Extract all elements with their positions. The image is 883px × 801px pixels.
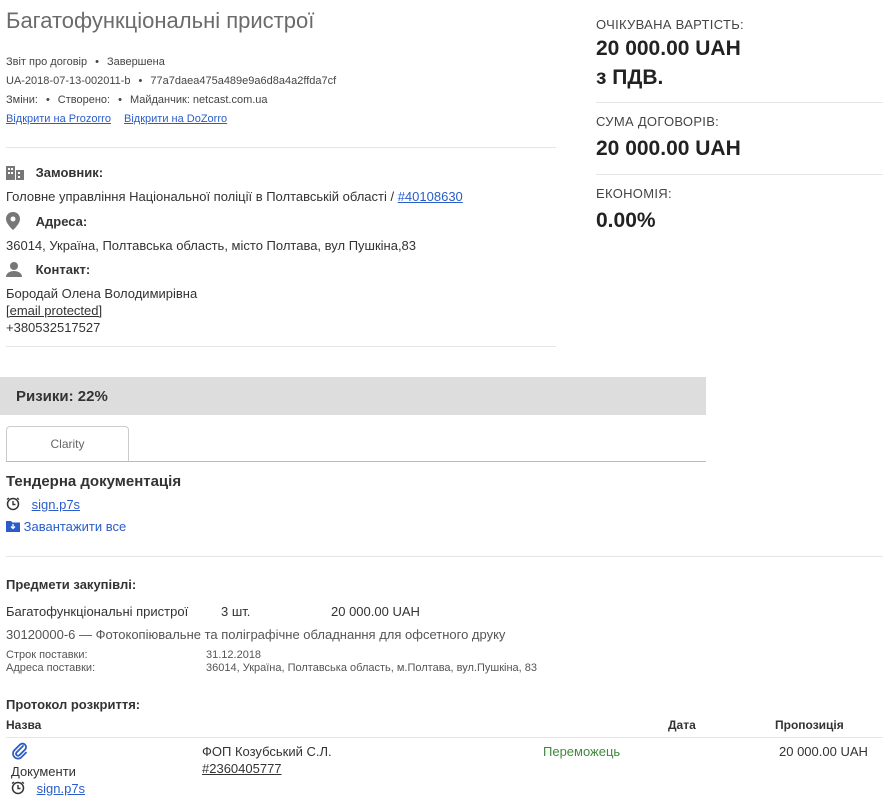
map-pin-icon <box>6 212 20 233</box>
delivery-address-value: 36014, Україна, Полтавська область, м.По… <box>206 662 538 674</box>
dozorro-link[interactable]: Відкрити на DoZorro <box>124 113 227 125</box>
divider <box>596 102 883 103</box>
risk-label: Ризики: 22% <box>16 388 108 405</box>
created-label: Створено: <box>57 94 111 106</box>
col-name-header: Назва <box>6 718 42 732</box>
customer-heading: Замовник: <box>6 164 103 183</box>
delivery-term-label: Строк поставки: <box>6 649 88 661</box>
tender-id: UA-2018-07-13-002011-b <box>6 75 131 87</box>
divider <box>6 147 556 148</box>
contact-name: Бородай Олена Володимирівна <box>6 286 198 301</box>
col-date-header: Дата <box>668 718 696 732</box>
page-title: Багатофункціональні пристрої <box>6 8 315 33</box>
delivery-term-value: 31.12.2018 <box>206 649 262 661</box>
row-offer: 20 000.00 UAH <box>779 744 868 759</box>
customer-address: 36014, Україна, Полтавська область, міст… <box>6 238 417 253</box>
col-offer-header: Пропозиція <box>775 718 844 732</box>
paperclip-icon[interactable] <box>12 742 28 765</box>
item-name: Багатофункціональні пристрої <box>6 604 189 619</box>
row-file-row: sign.p7s <box>11 781 85 798</box>
platform-label: Майданчик: netcast.com.ua <box>129 94 268 106</box>
economy-value: 0.00% <box>596 209 656 232</box>
user-icon <box>6 261 22 280</box>
winner-status: Переможець <box>543 744 621 759</box>
address-label: Адреса: <box>35 213 88 229</box>
supplier-name: ФОП Козубський С.Л. <box>202 744 332 759</box>
protocol-heading: Протокол розкриття: <box>6 697 141 712</box>
row-file-link[interactable]: sign.p7s <box>37 781 85 796</box>
changes-label: Зміни: <box>6 94 38 106</box>
meta-line-3: Зміни: • Створено: • Майданчик: netcast.com.… <box>6 94 268 106</box>
delivery-address-label: Адреса поставки: <box>6 662 96 674</box>
table-header-divider <box>6 737 883 738</box>
expected-value-label: ОЧІКУВАНА ВАРТІСТЬ: <box>596 17 744 32</box>
expected-value-amount: 20 000.00 UAH <box>596 37 741 60</box>
customer-code-link[interactable]: #40108630 <box>398 189 463 204</box>
docs-file-row: sign.p7s <box>6 497 80 514</box>
contact-phone: +380532517527 <box>6 320 101 335</box>
download-all-button[interactable]: Завантажити все <box>6 519 126 535</box>
customer-name: Головне управління Національної поліції … <box>6 189 395 204</box>
tab-underline <box>6 461 706 462</box>
docs-file-link[interactable]: sign.p7s <box>32 497 80 512</box>
customer-name-line: Головне управління Національної поліції … <box>6 189 463 204</box>
tab-clarity[interactable]: Clarity <box>6 426 129 462</box>
download-all-label: Завантажити все <box>23 519 127 534</box>
folder-download-icon <box>6 520 20 535</box>
clock-icon <box>6 497 20 514</box>
supplier-code-link[interactable]: #2360405777 <box>202 761 282 776</box>
divider <box>596 174 883 175</box>
clock-icon <box>11 781 25 798</box>
divider <box>6 346 556 347</box>
contact-label: Контакт: <box>35 261 91 277</box>
meta-line-2: UA-2018-07-13-002011-b • 77a7daea475a489e9… <box>6 75 337 87</box>
divider <box>6 556 883 557</box>
tender-status: Завершена <box>106 56 165 68</box>
prozorro-link[interactable]: Відкрити на Prozorro <box>6 113 111 125</box>
contact-email-link[interactable]: [email protected] <box>6 303 102 318</box>
economy-label: ЕКОНОМІЯ: <box>596 186 672 201</box>
docs-heading: Тендерна документація <box>6 473 182 490</box>
row-docs-label: Документи <box>11 764 76 779</box>
tender-hash: 77a7daea475a489e9a6d8a4a2ffda7cf <box>150 75 337 87</box>
customer-label: Замовник: <box>35 164 104 180</box>
building-icon <box>6 164 24 183</box>
external-links: Відкрити на Prozorro Відкрити на DoZorro <box>6 113 227 125</box>
meta-line-1: Звіт про договір • Завершена <box>6 56 165 68</box>
item-qty: 3 шт. <box>221 604 251 619</box>
risk-bar: Ризики: 22% <box>0 377 706 415</box>
items-heading: Предмети закупівлі: <box>6 577 137 592</box>
contracts-sum-value: 20 000.00 UAH <box>596 137 741 160</box>
item-cpv: 30120000-6 — Фотокопіювальне та поліграф… <box>6 627 506 642</box>
contracts-sum-label: СУМА ДОГОВОРІВ: <box>596 114 720 129</box>
report-type: Звіт про договір <box>6 56 88 68</box>
contact-heading: Контакт: <box>6 261 90 280</box>
item-price: 20 000.00 UAH <box>331 604 420 619</box>
address-heading: Адреса: <box>6 212 87 233</box>
expected-value-vat: з ПДВ. <box>596 66 664 89</box>
